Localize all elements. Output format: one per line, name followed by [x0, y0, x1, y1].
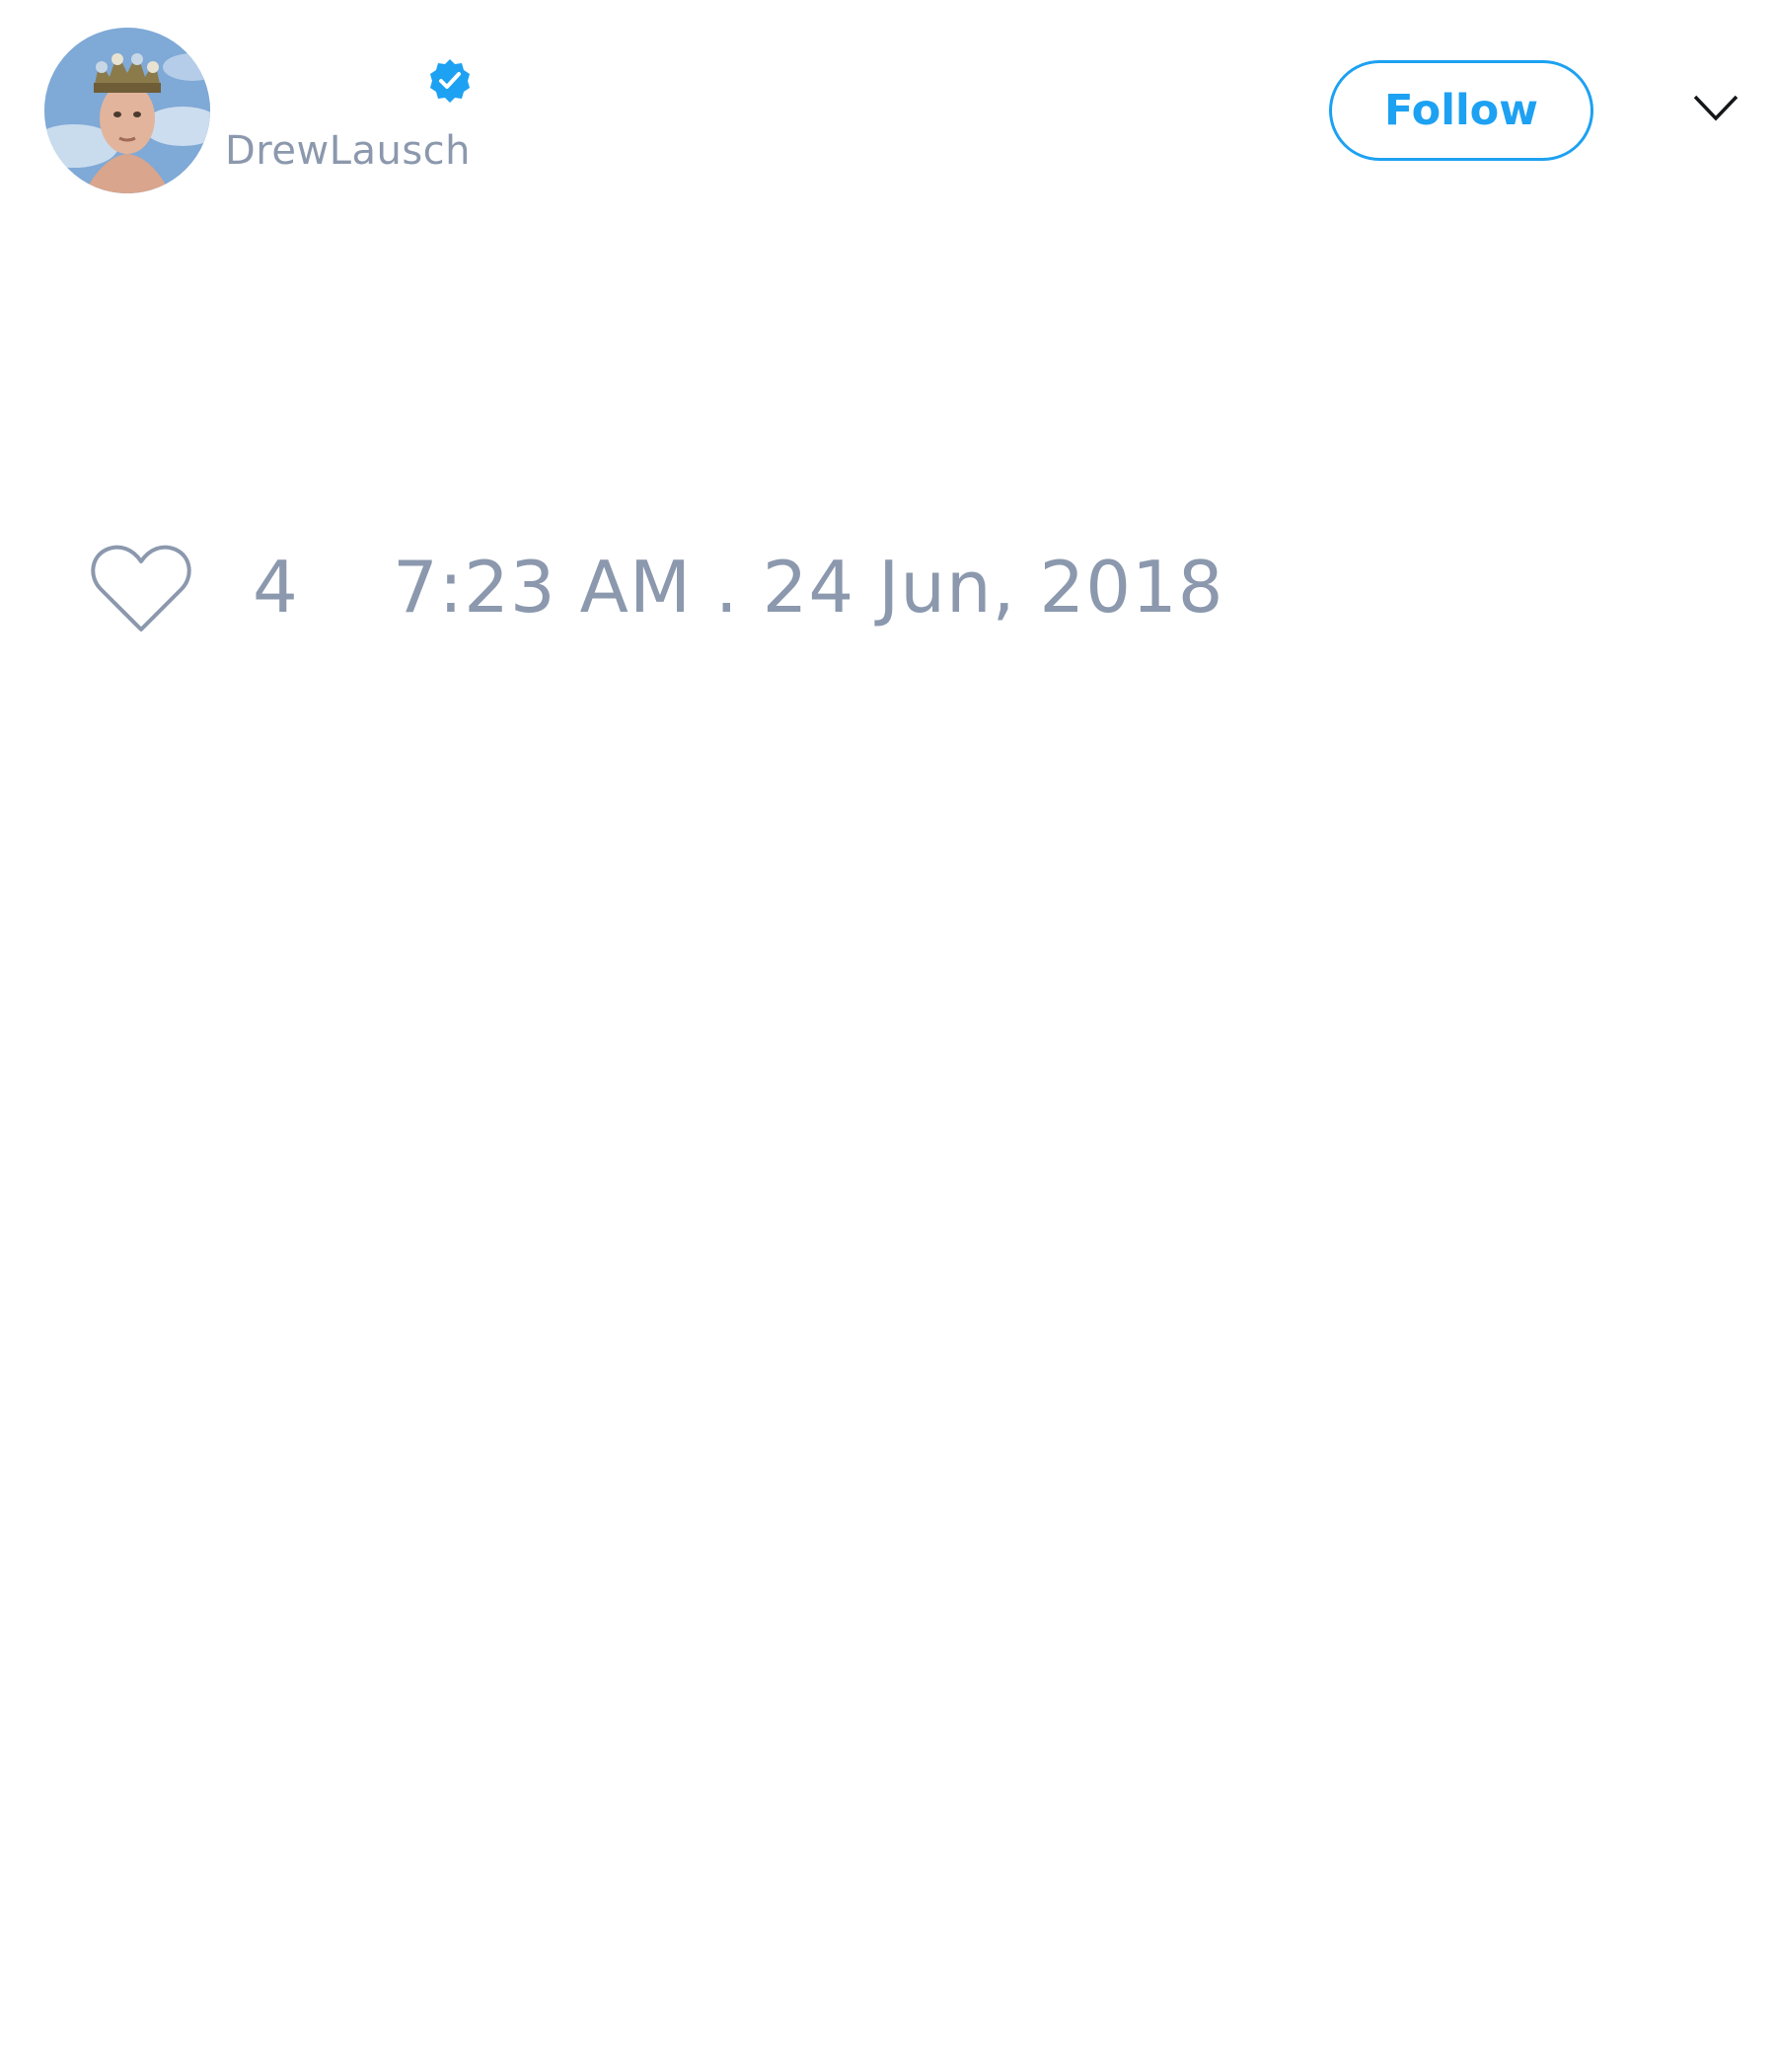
chevron-down-icon[interactable]: [1691, 91, 1740, 126]
heart-icon[interactable]: [89, 541, 193, 635]
verified-badge-icon: [426, 57, 474, 105]
follow-button[interactable]: Follow: [1329, 60, 1593, 161]
like-count: 4: [253, 546, 298, 629]
author-handle[interactable]: DrewLausch: [225, 126, 471, 176]
avatar[interactable]: [44, 28, 210, 193]
tweet-card: DrewLausch Follow 4 7:23 AM . 24 Jun, 20…: [0, 0, 1776, 2072]
tweet-timestamp[interactable]: 7:23 AM . 24 Jun, 2018: [393, 548, 1224, 627]
avatar-image: [44, 28, 210, 193]
